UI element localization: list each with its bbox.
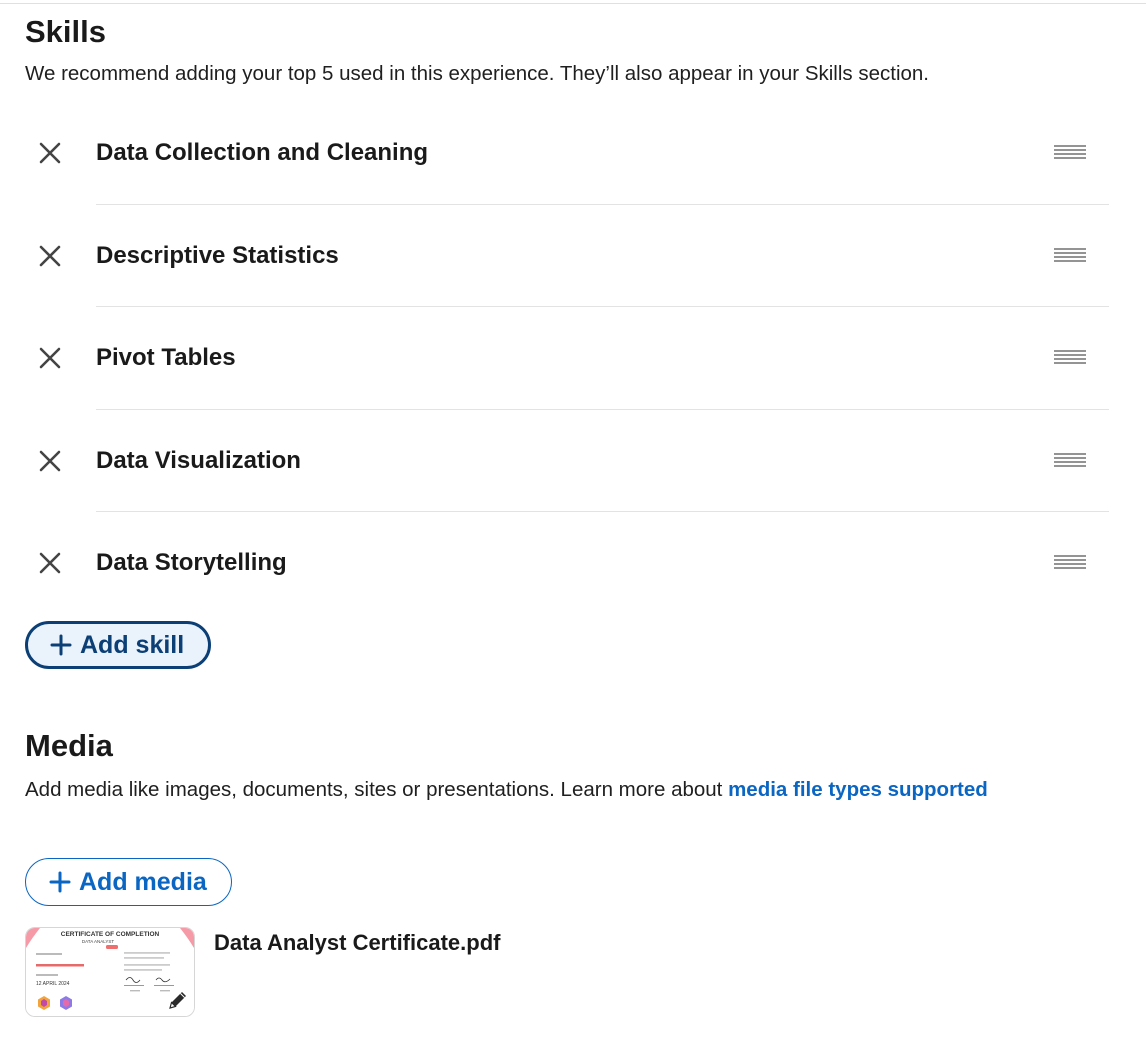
skills-description: We recommend adding your top 5 used in t… xyxy=(25,62,930,85)
skill-label: Data Storytelling xyxy=(96,549,287,576)
media-thumbnail[interactable]: CERTIFICATE OF COMPLETION DATA ANALYST 1… xyxy=(25,927,195,1017)
plus-icon xyxy=(49,871,71,893)
add-media-label: Add media xyxy=(79,867,207,896)
media-description: Add media like images, documents, sites … xyxy=(25,774,1025,806)
drag-handle-icon[interactable] xyxy=(1052,349,1088,367)
skills-title: Skills xyxy=(25,14,106,49)
drag-handle-icon[interactable] xyxy=(1052,554,1088,572)
close-icon[interactable] xyxy=(36,242,64,270)
drag-handle-icon[interactable] xyxy=(1052,452,1088,470)
skill-item: Data Visualization xyxy=(0,410,1146,512)
pencil-icon[interactable] xyxy=(166,988,190,1012)
plus-icon xyxy=(50,634,72,656)
skill-item: Descriptive Statistics xyxy=(0,205,1146,307)
thumbnail-heading: CERTIFICATE OF COMPLETION xyxy=(61,931,160,938)
drag-handle-icon[interactable] xyxy=(1052,247,1088,265)
add-skill-label: Add skill xyxy=(80,630,185,659)
skills-list: Data Collection and Cleaning Descriptive… xyxy=(0,102,1146,615)
skill-label: Pivot Tables xyxy=(96,344,236,371)
add-skill-button[interactable]: Add skill xyxy=(25,621,212,669)
media-file-name[interactable]: Data Analyst Certificate.pdf xyxy=(214,929,500,957)
close-icon[interactable] xyxy=(36,447,64,475)
close-icon[interactable] xyxy=(36,549,64,577)
top-divider xyxy=(0,3,1146,4)
media-file-types-link[interactable]: media file types supported xyxy=(728,778,988,801)
skill-item: Data Collection and Cleaning xyxy=(0,102,1146,205)
close-icon[interactable] xyxy=(36,344,64,372)
media-description-text: Add media like images, documents, sites … xyxy=(25,778,729,801)
thumbnail-date: 12 APRIL 2024 xyxy=(36,981,70,987)
skill-label: Data Collection and Cleaning xyxy=(96,139,429,166)
drag-handle-icon[interactable] xyxy=(1052,144,1088,162)
skill-item: Data Storytelling xyxy=(0,512,1146,615)
thumbnail-subheading: DATA ANALYST xyxy=(82,939,115,944)
close-icon[interactable] xyxy=(36,139,64,167)
skill-label: Data Visualization xyxy=(96,446,301,474)
media-title: Media xyxy=(25,728,113,763)
add-media-button[interactable]: Add media xyxy=(25,858,232,906)
skill-item: Pivot Tables xyxy=(0,307,1146,410)
skill-label: Descriptive Statistics xyxy=(96,241,339,269)
